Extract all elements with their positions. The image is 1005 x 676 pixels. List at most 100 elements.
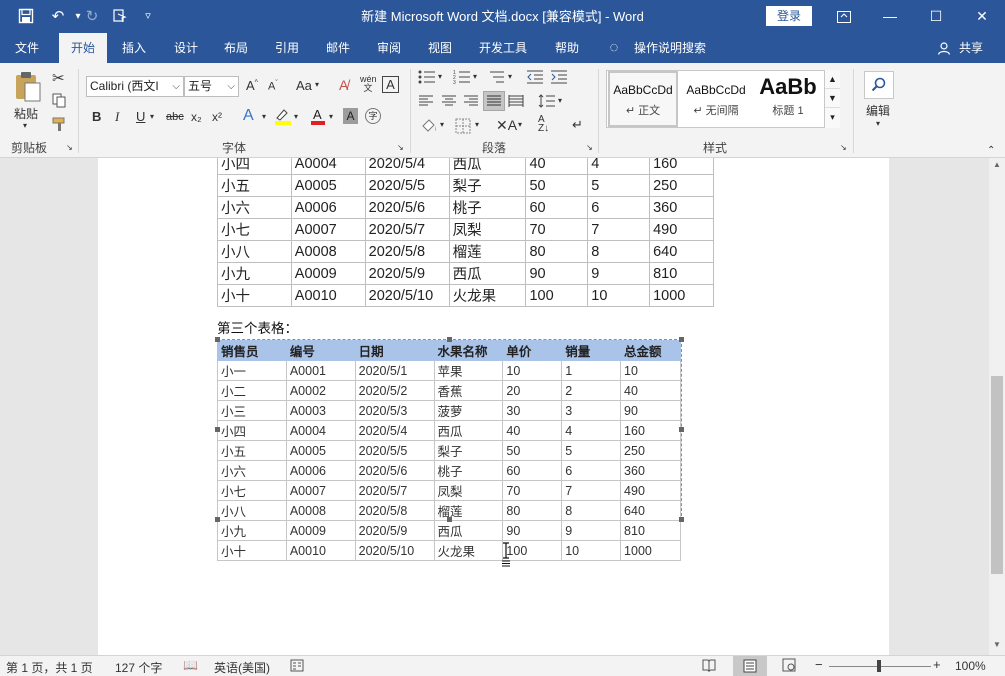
table-cell[interactable]: 810 bbox=[649, 262, 714, 285]
line-spacing-icon[interactable] bbox=[538, 93, 556, 112]
table-cell[interactable]: 9 bbox=[561, 520, 622, 541]
styles-gallery-scroll[interactable]: ▲ ▼ ▾ bbox=[824, 70, 840, 128]
tab-mailings[interactable]: 邮件 bbox=[316, 33, 360, 63]
table-cell[interactable]: 2 bbox=[561, 380, 622, 401]
table-cell[interactable]: 2020/5/3 bbox=[354, 400, 435, 421]
highlight-icon[interactable] bbox=[274, 107, 292, 128]
zoom-level[interactable]: 100% bbox=[955, 659, 986, 673]
decrease-indent-icon[interactable] bbox=[526, 69, 544, 88]
tab-file[interactable]: 文件 bbox=[0, 33, 54, 63]
read-mode-icon[interactable] bbox=[702, 658, 716, 675]
table-cell[interactable]: A0008 bbox=[285, 500, 356, 521]
table-cell[interactable]: 小十 bbox=[217, 284, 292, 307]
table-cell[interactable]: A0010 bbox=[285, 540, 356, 561]
table-cell[interactable]: 小一 bbox=[217, 360, 287, 381]
table-cell[interactable]: 2020/5/10 bbox=[364, 284, 450, 307]
char-border-icon[interactable]: A bbox=[382, 76, 399, 93]
table-cell[interactable]: 160 bbox=[649, 158, 714, 175]
table-cell[interactable]: 2020/5/4 bbox=[364, 158, 450, 175]
table-cell[interactable]: 640 bbox=[649, 240, 714, 263]
resize-handle-top-middle[interactable] bbox=[447, 337, 452, 342]
table-cell[interactable]: 1 bbox=[561, 360, 622, 381]
table-cell[interactable]: A0009 bbox=[285, 520, 356, 541]
gallery-down-icon[interactable]: ▼ bbox=[825, 89, 840, 108]
table-cell[interactable]: 60 bbox=[502, 460, 563, 481]
find-search-icon[interactable] bbox=[864, 71, 894, 99]
tab-design[interactable]: 设计 bbox=[164, 33, 208, 63]
table-cell[interactable]: 西瓜 bbox=[433, 420, 504, 441]
table-header-cell[interactable]: 销量 bbox=[561, 340, 622, 361]
table-cell[interactable]: A0004 bbox=[290, 158, 366, 175]
distributed-icon[interactable] bbox=[508, 94, 524, 111]
char-shading-icon[interactable]: A bbox=[343, 108, 358, 124]
print-layout-icon[interactable] bbox=[733, 656, 767, 676]
table-cell[interactable]: 90 bbox=[502, 520, 563, 541]
table-cell[interactable]: 火龙果 bbox=[448, 284, 527, 307]
scroll-down-icon[interactable]: ▼ bbox=[991, 640, 1003, 654]
tab-review[interactable]: 审阅 bbox=[367, 33, 411, 63]
table-cell[interactable]: 250 bbox=[620, 440, 681, 461]
table-cell[interactable]: 西瓜 bbox=[448, 158, 527, 175]
tab-references[interactable]: 引用 bbox=[265, 33, 309, 63]
zoom-slider-thumb[interactable] bbox=[877, 660, 881, 672]
change-case-dropdown-icon[interactable]: ▾ bbox=[315, 80, 319, 89]
table-cell[interactable]: A0009 bbox=[290, 262, 366, 285]
paste-button[interactable]: 粘贴 bbox=[14, 105, 38, 122]
resize-handle-top-left[interactable] bbox=[215, 337, 220, 342]
italic-button[interactable]: I bbox=[115, 109, 119, 125]
table-cell[interactable]: A0006 bbox=[285, 460, 356, 481]
highlight-dropdown-icon[interactable]: ▾ bbox=[294, 112, 298, 121]
table-cell[interactable]: 2020/5/7 bbox=[364, 218, 450, 241]
table-cell[interactable]: 小八 bbox=[217, 240, 292, 263]
gallery-more-icon[interactable]: ▾ bbox=[825, 108, 840, 126]
table-cell[interactable]: 2020/5/6 bbox=[354, 460, 435, 481]
table-cell[interactable]: 小六 bbox=[217, 460, 287, 481]
shading-dropdown-icon[interactable]: ▾ bbox=[440, 120, 444, 129]
table-cell[interactable]: 6 bbox=[561, 460, 622, 481]
table-cell[interactable]: 小六 bbox=[217, 196, 292, 219]
tab-layout[interactable]: 布局 bbox=[214, 33, 258, 63]
close-icon[interactable]: ✕ bbox=[959, 0, 1005, 33]
table-cell[interactable]: A0004 bbox=[285, 420, 356, 441]
styles-launcher-icon[interactable]: ↘ bbox=[840, 143, 847, 152]
table-cell[interactable]: 50 bbox=[502, 440, 563, 461]
web-layout-icon[interactable] bbox=[782, 658, 796, 675]
shrink-font-icon[interactable]: Aˇ bbox=[268, 80, 278, 93]
zoom-in-icon[interactable]: + bbox=[933, 657, 941, 672]
table-cell[interactable]: 2020/5/2 bbox=[354, 380, 435, 401]
table-cell[interactable]: 小三 bbox=[217, 400, 287, 421]
table-cell[interactable]: A0006 bbox=[290, 196, 366, 219]
table-cell[interactable]: 100 bbox=[525, 284, 589, 307]
table-cell[interactable]: 7 bbox=[561, 480, 622, 501]
table-cell[interactable]: 2020/5/8 bbox=[364, 240, 450, 263]
table-cell[interactable]: 火龙果 bbox=[433, 540, 504, 561]
increase-indent-icon[interactable] bbox=[550, 69, 568, 88]
table-header-cell[interactable]: 销售员 bbox=[217, 340, 287, 361]
table-cell[interactable]: 苹果 bbox=[433, 360, 504, 381]
chinese-layout-icon[interactable]: ✕A bbox=[496, 117, 517, 134]
table-cell[interactable]: 小四 bbox=[217, 420, 287, 441]
minimize-icon[interactable]: — bbox=[867, 0, 913, 33]
strikethrough-button[interactable]: abc bbox=[166, 111, 184, 123]
table-cell[interactable]: 90 bbox=[620, 400, 681, 421]
table-cell[interactable]: 4 bbox=[561, 420, 622, 441]
tell-me-search[interactable]: 操作说明搜索 bbox=[630, 33, 710, 63]
table-cell[interactable]: 100 bbox=[502, 540, 563, 561]
table-header-cell[interactable]: 水果名称 bbox=[433, 340, 504, 361]
font-name-combo[interactable]: Calibri (西文I ⌵ bbox=[86, 76, 184, 97]
borders-dropdown-icon[interactable]: ▾ bbox=[475, 120, 479, 129]
text-effects-dropdown-icon[interactable]: ▾ bbox=[262, 112, 266, 121]
table-header-cell[interactable]: 总金额 bbox=[620, 340, 681, 361]
numbering-icon[interactable]: 123 bbox=[453, 69, 471, 88]
tab-help[interactable]: 帮助 bbox=[545, 33, 589, 63]
zoom-out-icon[interactable]: − bbox=[815, 657, 823, 672]
numbering-dropdown-icon[interactable]: ▾ bbox=[473, 72, 477, 81]
table-cell[interactable]: 160 bbox=[620, 420, 681, 441]
table-cell[interactable]: 榴莲 bbox=[448, 240, 527, 263]
align-center-icon[interactable] bbox=[441, 94, 457, 111]
bold-button[interactable]: B bbox=[92, 109, 101, 124]
share-button[interactable]: 共享 bbox=[954, 33, 988, 63]
underline-button[interactable]: U bbox=[136, 109, 145, 124]
table-cell[interactable]: A0005 bbox=[290, 174, 366, 197]
maximize-icon[interactable]: ☐ bbox=[913, 0, 959, 33]
